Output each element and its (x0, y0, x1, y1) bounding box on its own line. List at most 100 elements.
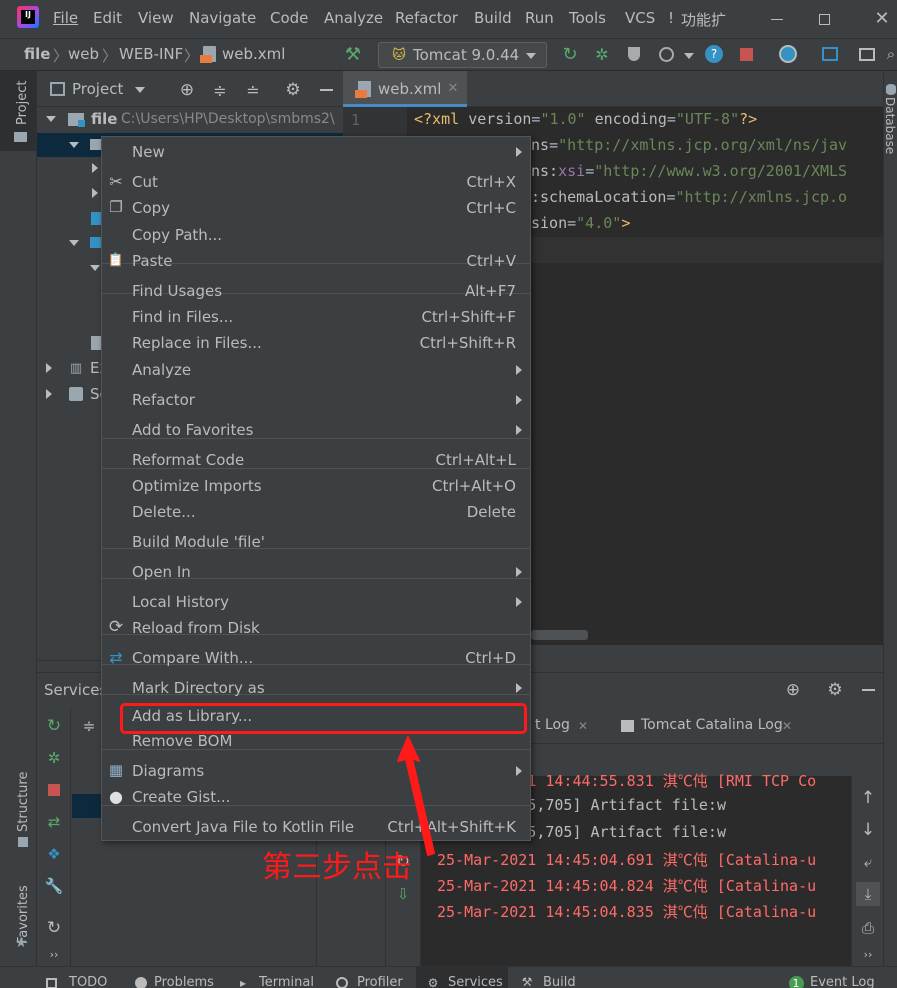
structure-tool-label[interactable]: Structure (16, 772, 31, 832)
minimize-icon[interactable] (768, 10, 786, 28)
menu-item-mark-directory-as[interactable]: Mark Directory as (102, 675, 530, 701)
chevron-down-icon[interactable] (135, 87, 145, 93)
deploy-down-icon[interactable]: ⇩ (393, 884, 413, 904)
menu-item-find-usages[interactable]: Find Usages Alt+F7 (102, 278, 530, 304)
chevron-expanded-icon[interactable] (69, 240, 79, 246)
menu-vcs[interactable]: VCS (625, 9, 655, 27)
tree-root-name[interactable]: file (91, 110, 117, 128)
menu-refactor[interactable]: Refactor (395, 9, 458, 27)
panel-layout-icon[interactable] (857, 44, 877, 64)
locate-icon[interactable]: ⊕ (783, 680, 803, 700)
chevron-expanded-icon[interactable] (46, 116, 56, 122)
tab-server-log[interactable]: t Log (535, 717, 570, 733)
gear-icon[interactable]: ⚙ (825, 680, 845, 700)
chevron-right-icon[interactable] (92, 163, 98, 173)
menu-navigate[interactable]: Navigate (189, 9, 256, 27)
chevron-expanded-icon[interactable] (90, 265, 100, 271)
gear-icon[interactable]: ⚙ (283, 80, 303, 100)
run-options-chevron-icon[interactable] (684, 53, 694, 59)
menu-item-copy[interactable]: ❐ Copy Ctrl+C (102, 195, 530, 221)
menu-code[interactable]: Code (270, 9, 308, 27)
menu-item-reload-from-disk[interactable]: ⟳ Reload from Disk (102, 615, 530, 641)
artifact-icon[interactable]: ❖ (44, 844, 64, 864)
tool-tab-services[interactable]: Services (448, 975, 503, 988)
arrow-down-icon[interactable]: ↓ (858, 820, 878, 840)
refresh-icon[interactable]: ↻ (44, 918, 64, 938)
horizontal-scrollbar[interactable] (531, 630, 588, 640)
menu-analyze[interactable]: Analyze (324, 9, 383, 27)
hide-panel-icon[interactable] (316, 80, 336, 100)
debug-icon[interactable]: ✲ (592, 44, 612, 64)
profile-icon[interactable] (656, 44, 676, 64)
project-tool-label[interactable]: Project (15, 81, 30, 125)
menu-item-optimize-imports[interactable]: Optimize Imports Ctrl+Alt+O (102, 473, 530, 499)
build-hammer-icon[interactable]: ⚒ (342, 43, 364, 65)
locate-icon[interactable]: ⊕ (177, 80, 197, 100)
hide-panel-icon[interactable] (858, 680, 878, 700)
scroll-to-end-icon[interactable]: ⤓ (856, 882, 880, 906)
project-structure-icon[interactable] (820, 44, 840, 64)
tab-web-xml[interactable]: web.xml ✕ (343, 71, 467, 107)
menu-item-find-in-files[interactable]: Find in Files... Ctrl+Shift+F (102, 304, 530, 330)
menu-item-create-gist[interactable]: ● Create Gist... (102, 784, 530, 810)
menu-edit[interactable]: Edit (93, 9, 122, 27)
menu-view[interactable]: View (138, 9, 174, 27)
breadcrumb-web-inf[interactable]: WEB-INF (119, 45, 183, 63)
tool-tab-terminal[interactable]: Terminal (259, 975, 314, 988)
coverage-icon[interactable] (624, 44, 644, 64)
breadcrumb-web-xml[interactable]: web.xml (222, 45, 285, 63)
tab-close-icon[interactable]: ✕ (575, 718, 591, 734)
tool-tab-event-log[interactable]: Event Log (810, 975, 875, 988)
tool-tab-todo[interactable]: TODO (69, 975, 107, 988)
close-icon[interactable]: ✕ (872, 8, 892, 29)
menu-build[interactable]: Build (474, 9, 512, 27)
menu-item-replace-in-files[interactable]: Replace in Files... Ctrl+Shift+R (102, 330, 530, 356)
debug-icon[interactable]: ✲ (44, 748, 64, 768)
menu-item-paste[interactable]: 📋 Paste Ctrl+V (102, 248, 530, 274)
menu-item-new[interactable]: New (102, 139, 530, 165)
breadcrumb-web[interactable]: web (68, 45, 99, 63)
update-running-icon[interactable] (778, 44, 798, 64)
expand-all-icon[interactable]: ≑ (79, 716, 99, 736)
rerun-icon[interactable]: ↻ (44, 716, 64, 736)
help-circle-icon[interactable]: ? (704, 44, 724, 64)
database-icon[interactable] (885, 83, 897, 95)
menu-item-compare-with[interactable]: ⇄ Compare With... Ctrl+D (102, 645, 530, 671)
project-panel-title[interactable]: Project (72, 80, 123, 98)
database-tool-label[interactable]: Database (883, 97, 897, 154)
menu-item-build-module-file[interactable]: Build Module 'file' (102, 529, 530, 555)
search-icon[interactable]: ⌕ (884, 44, 897, 64)
deploy-icon[interactable]: ⇄ (44, 812, 64, 832)
tab-tomcat-catalina-log[interactable]: Tomcat Catalina Log (641, 717, 783, 733)
chevron-right-icon[interactable] (46, 389, 52, 399)
menu-item-copy-path[interactable]: Copy Path... (102, 222, 530, 248)
menu-item-cut[interactable]: ✂ Cut Ctrl+X (102, 169, 530, 195)
menu-run[interactable]: Run (525, 9, 554, 27)
menu-item-local-history[interactable]: Local History (102, 589, 530, 615)
more-icon[interactable]: ›› (44, 946, 64, 962)
print-icon[interactable]: ⎙ (858, 918, 878, 938)
menu-item-open-in[interactable]: Open In (102, 559, 530, 585)
tool-tab-profiler[interactable]: Profiler (357, 975, 403, 988)
tool-tab-problems[interactable]: Problems (154, 975, 214, 988)
collapse-all-icon[interactable]: ≐ (243, 80, 263, 100)
stop-icon[interactable] (44, 780, 64, 800)
chevron-right-icon[interactable] (92, 188, 98, 198)
menu-item-add-to-favorites[interactable]: Add to Favorites (102, 417, 530, 443)
maximize-icon[interactable] (815, 10, 833, 28)
stop-icon[interactable] (736, 44, 756, 64)
tool-tab-build[interactable]: Build (543, 975, 576, 988)
menu-item-convert-java-file-to-kotlin-file[interactable]: Convert Java File to Kotlin File Ctrl+Alt… (102, 814, 530, 840)
menu-tools[interactable]: Tools (569, 9, 606, 27)
rerun-icon[interactable]: ↻ (560, 44, 580, 65)
tab-close-icon[interactable]: ✕ (779, 718, 795, 734)
tab-close-icon[interactable]: ✕ (445, 80, 461, 96)
menu-overflow[interactable]: ! (668, 9, 674, 27)
chevron-right-icon[interactable] (46, 363, 52, 373)
wrench-icon[interactable]: 🔧 (44, 876, 64, 896)
menu-item-reformat-code[interactable]: Reformat Code Ctrl+Alt+L (102, 447, 530, 473)
menu-item-diagrams[interactable]: ▦ Diagrams (102, 758, 530, 784)
chevron-expanded-icon[interactable] (69, 142, 79, 148)
menu-item-refactor[interactable]: Refactor (102, 387, 530, 413)
soft-wrap-icon[interactable]: ⤶ (858, 852, 878, 872)
